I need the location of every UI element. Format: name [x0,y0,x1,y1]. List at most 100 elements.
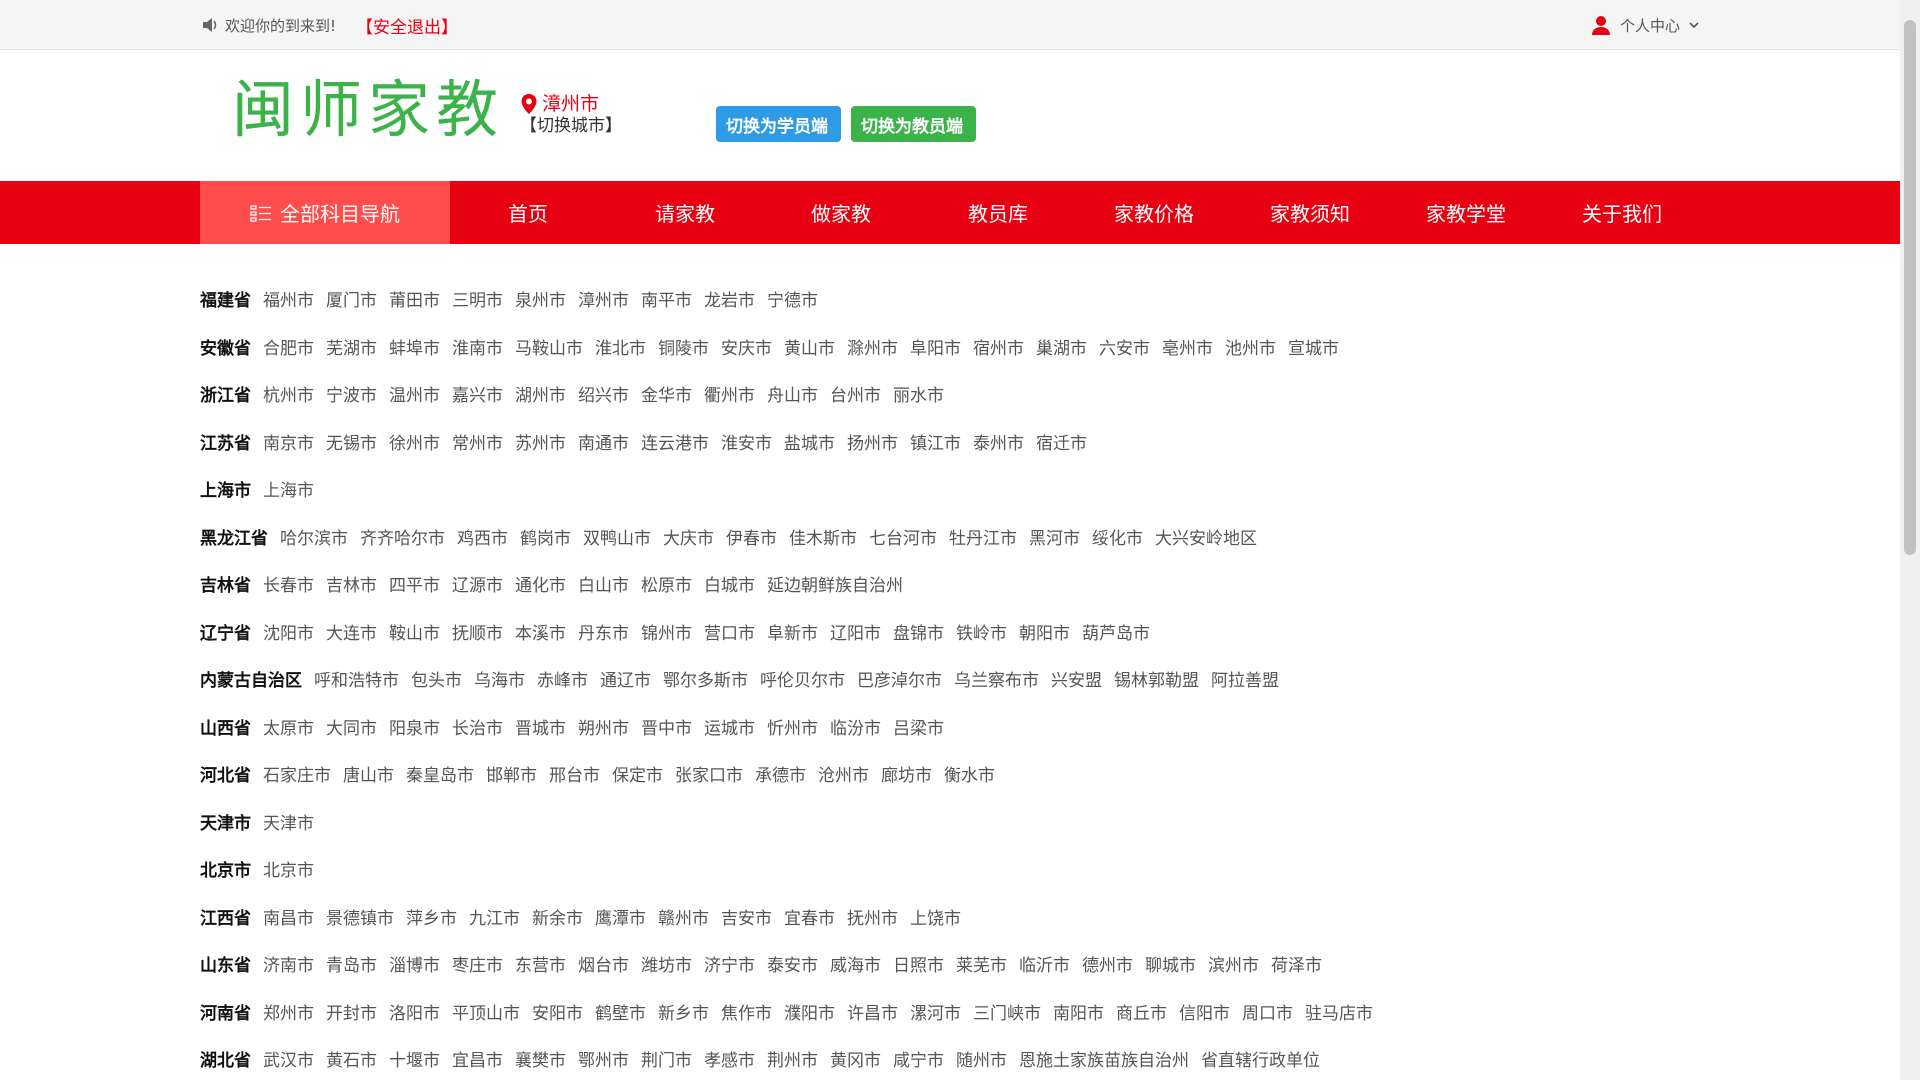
city-link[interactable]: 朝阳市 [1019,619,1070,644]
city-link[interactable]: 吉林市 [326,571,377,596]
city-link[interactable]: 双鸭山市 [583,524,651,549]
city-link[interactable]: 商丘市 [1116,999,1167,1024]
city-link[interactable]: 张家口市 [675,761,743,786]
city-link[interactable]: 衢州市 [704,381,755,406]
city-link[interactable]: 乌兰察布市 [954,666,1039,691]
city-link[interactable]: 抚顺市 [452,619,503,644]
city-link[interactable]: 恩施土家族苗族自治州 [1019,1046,1189,1071]
city-link[interactable]: 四平市 [389,571,440,596]
city-link[interactable]: 宣城市 [1288,334,1339,359]
switch-to-teacher-button[interactable]: 切换为教员端 [851,106,976,142]
city-link[interactable]: 镇江市 [910,429,961,454]
city-link[interactable]: 营口市 [704,619,755,644]
city-link[interactable]: 荷泽市 [1271,951,1322,976]
city-link[interactable]: 宿迁市 [1036,429,1087,454]
city-link[interactable]: 随州市 [956,1046,1007,1071]
nav-item-prices[interactable]: 家教价格 [1084,181,1224,244]
city-link[interactable]: 本溪市 [515,619,566,644]
city-link[interactable]: 兴安盟 [1051,666,1102,691]
city-link[interactable]: 安庆市 [721,334,772,359]
city-link[interactable]: 淮北市 [595,334,646,359]
city-link[interactable]: 朔州市 [578,714,629,739]
city-link[interactable]: 湖州市 [515,381,566,406]
city-link[interactable]: 延边朝鲜族自治州 [767,571,903,596]
city-link[interactable]: 保定市 [612,761,663,786]
city-link[interactable]: 淮安市 [721,429,772,454]
city-link[interactable]: 鹤壁市 [595,999,646,1024]
city-link[interactable]: 辽源市 [452,571,503,596]
city-link[interactable]: 厦门市 [326,286,377,311]
city-link[interactable]: 晋中市 [641,714,692,739]
city-link[interactable]: 黄山市 [784,334,835,359]
city-link[interactable]: 漯河市 [910,999,961,1024]
city-link[interactable]: 许昌市 [847,999,898,1024]
city-link[interactable]: 东营市 [515,951,566,976]
city-link[interactable]: 安阳市 [532,999,583,1024]
city-link[interactable]: 青岛市 [326,951,377,976]
city-link[interactable]: 郑州市 [263,999,314,1024]
city-link[interactable]: 临汾市 [830,714,881,739]
city-link[interactable]: 十堰市 [389,1046,440,1071]
city-link[interactable]: 锦州市 [641,619,692,644]
city-link[interactable]: 白城市 [704,571,755,596]
city-link[interactable]: 省直辖行政单位 [1201,1046,1320,1071]
city-link[interactable]: 杭州市 [263,381,314,406]
city-link[interactable]: 宁德市 [767,286,818,311]
city-link[interactable]: 池州市 [1225,334,1276,359]
city-link[interactable]: 六安市 [1099,334,1150,359]
nav-item-about[interactable]: 关于我们 [1552,181,1692,244]
city-link[interactable]: 枣庄市 [452,951,503,976]
city-link[interactable]: 萍乡市 [406,904,457,929]
city-link[interactable]: 丽水市 [893,381,944,406]
city-link[interactable]: 漳州市 [578,286,629,311]
city-link[interactable]: 沈阳市 [263,619,314,644]
city-link[interactable]: 北京市 [263,856,314,881]
site-logo[interactable]: 闽师家教 [232,75,504,145]
city-link[interactable]: 龙岩市 [704,286,755,311]
city-link[interactable]: 鹤岗市 [520,524,571,549]
city-link[interactable]: 合肥市 [263,334,314,359]
city-link[interactable]: 赣州市 [658,904,709,929]
city-link[interactable]: 芜湖市 [326,334,377,359]
city-link[interactable]: 信阳市 [1179,999,1230,1024]
city-link[interactable]: 新余市 [532,904,583,929]
city-link[interactable]: 武汉市 [263,1046,314,1071]
city-link[interactable]: 常州市 [452,429,503,454]
city-link[interactable]: 牡丹江市 [949,524,1017,549]
city-link[interactable]: 滁州市 [847,334,898,359]
city-link[interactable]: 鹰潭市 [595,904,646,929]
city-link[interactable]: 济宁市 [704,951,755,976]
city-link[interactable]: 呼伦贝尔市 [760,666,845,691]
city-link[interactable]: 抚州市 [847,904,898,929]
city-link[interactable]: 黄石市 [326,1046,377,1071]
switch-city-link[interactable]: 【切换城市】 [520,115,622,137]
city-link[interactable]: 阿拉善盟 [1211,666,1279,691]
city-link[interactable]: 吕梁市 [893,714,944,739]
city-link[interactable]: 泰州市 [973,429,1024,454]
city-link[interactable]: 吉安市 [721,904,772,929]
city-link[interactable]: 铁岭市 [956,619,1007,644]
city-link[interactable]: 宜春市 [784,904,835,929]
city-link[interactable]: 威海市 [830,951,881,976]
nav-item-hire-tutor[interactable]: 请家教 [615,181,755,244]
city-link[interactable]: 锡林郭勒盟 [1114,666,1199,691]
city-link[interactable]: 无锡市 [326,429,377,454]
city-link[interactable]: 乌海市 [474,666,525,691]
city-link[interactable]: 宜昌市 [452,1046,503,1071]
city-link[interactable]: 阜阳市 [910,334,961,359]
city-link[interactable]: 白山市 [578,571,629,596]
city-link[interactable]: 黄冈市 [830,1046,881,1071]
city-link[interactable]: 黑河市 [1029,524,1080,549]
city-link[interactable]: 绍兴市 [578,381,629,406]
city-link[interactable]: 廊坊市 [881,761,932,786]
city-link[interactable]: 淄博市 [389,951,440,976]
city-link[interactable]: 蚌埠市 [389,334,440,359]
city-link[interactable]: 泰安市 [767,951,818,976]
city-link[interactable]: 三门峡市 [973,999,1041,1024]
city-link[interactable]: 阳泉市 [389,714,440,739]
city-link[interactable]: 哈尔滨市 [280,524,348,549]
city-link[interactable]: 鸡西市 [457,524,508,549]
city-link[interactable]: 苏州市 [515,429,566,454]
city-link[interactable]: 盐城市 [784,429,835,454]
scrollbar-thumb[interactable] [1904,20,1916,555]
